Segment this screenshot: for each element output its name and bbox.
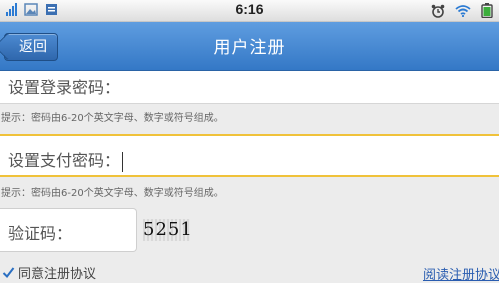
pay-password-label-text: 设置支付密码： xyxy=(8,151,121,170)
wifi-icon xyxy=(455,5,471,17)
pay-password-hint: 提示：密码由6-20个英文字母、数字或符号组成。 xyxy=(1,188,224,199)
nav-bar: 返回 用户注册 xyxy=(0,22,499,71)
status-icons-right xyxy=(431,3,493,18)
read-agreement-link[interactable]: 阅读注册协议 xyxy=(423,264,499,283)
pay-password-label: 设置支付密码： xyxy=(8,147,124,172)
page-title: 用户注册 xyxy=(213,38,286,58)
status-bar: 6:16 xyxy=(0,0,499,22)
login-password-hint: 提示：密码由6-20个英文字母、数字或符号组成。 xyxy=(1,113,224,124)
login-password-field[interactable]: 设置登录密码： xyxy=(0,71,499,104)
back-button-label: 返回 xyxy=(19,39,47,55)
captcha-image[interactable]: 5251 xyxy=(143,219,192,241)
pay-password-field[interactable]: 设置支付密码： xyxy=(0,134,499,177)
alarm-icon xyxy=(431,4,445,18)
captcha-label: 验证码： xyxy=(8,224,73,243)
login-password-label: 设置登录密码： xyxy=(8,78,121,97)
agree-label: 同意注册协议 xyxy=(18,267,97,282)
captcha-input[interactable]: 验证码： xyxy=(0,208,137,252)
text-cursor xyxy=(122,151,124,172)
checkmark-icon[interactable] xyxy=(2,266,15,279)
battery-icon xyxy=(481,3,493,18)
agree-checkbox-row[interactable]: 同意注册协议 xyxy=(2,263,96,282)
status-time: 6:16 xyxy=(235,1,264,17)
